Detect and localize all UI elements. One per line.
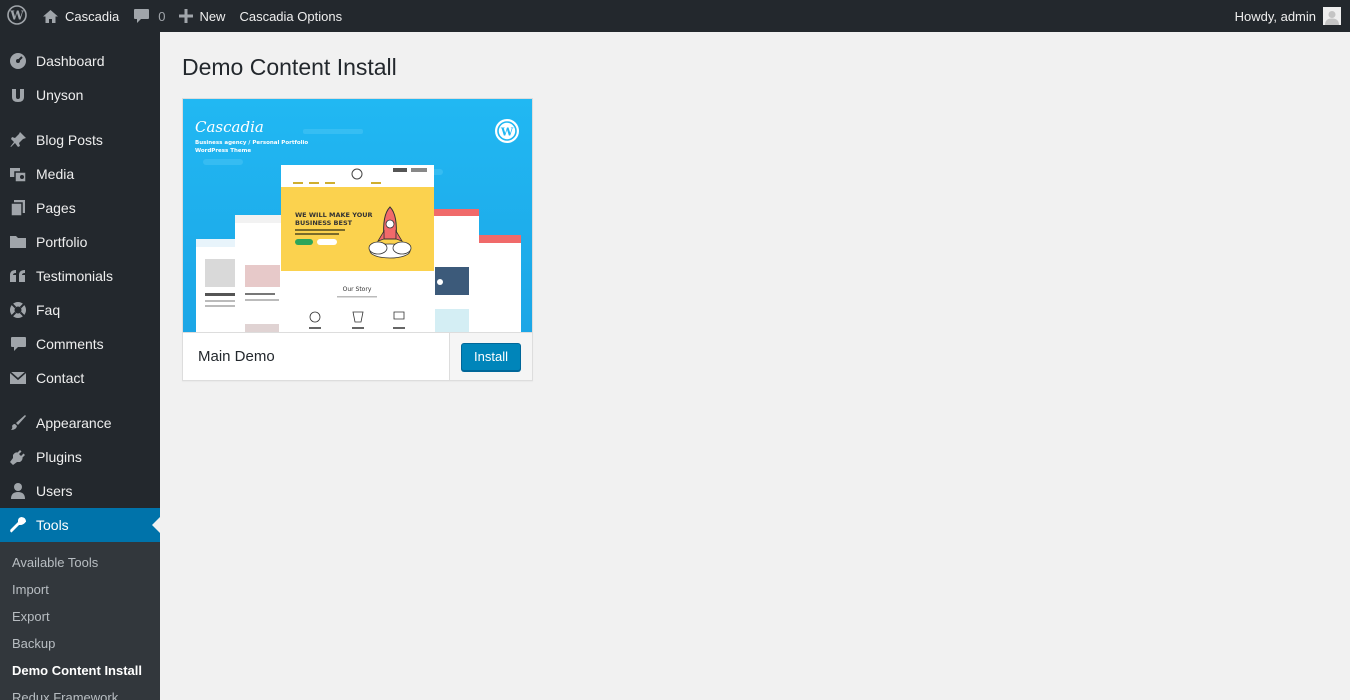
svg-text:W: W: [500, 126, 514, 139]
main-content: Demo Content Install Cascadia Business a…: [160, 32, 1350, 700]
menu-item-plugins[interactable]: Plugins: [0, 440, 160, 474]
pin-icon: [0, 131, 36, 149]
comment-icon: [0, 336, 36, 352]
wrench-icon: [0, 516, 36, 534]
preview-hero-line-2: BUSINESS BEST: [295, 219, 353, 227]
menu-item-contact[interactable]: Contact: [0, 361, 160, 395]
demo-name: Main Demo: [183, 333, 450, 380]
svg-text:W: W: [9, 8, 24, 22]
plug-icon: [0, 448, 36, 466]
preview-tagline-2: WordPress Theme: [195, 148, 251, 154]
unyson-icon: [0, 87, 36, 103]
user-icon: [0, 482, 36, 500]
wordpress-logo-icon: W: [7, 4, 27, 28]
demo-footer: Main Demo Install: [183, 332, 532, 380]
menu-label: Unyson: [36, 87, 84, 103]
demo-actions: Install: [450, 333, 532, 380]
preview-brand: Cascadia: [195, 118, 264, 136]
install-button[interactable]: Install: [461, 342, 521, 371]
comments-count: 0: [158, 8, 166, 24]
avatar: [1323, 7, 1341, 25]
submenu-item-export[interactable]: Export: [0, 603, 160, 630]
menu-label: Contact: [36, 370, 85, 386]
menu-label: Appearance: [36, 415, 112, 431]
menu-item-pages[interactable]: Pages: [0, 191, 160, 225]
media-icon: [0, 165, 36, 183]
theme-options-link[interactable]: Cascadia Options: [232, 0, 349, 32]
menu-item-users[interactable]: Users: [0, 474, 160, 508]
menu-item-unyson[interactable]: Unyson: [0, 78, 160, 112]
preview-tagline-1: Business agency / Personal Portfolio: [195, 140, 308, 146]
menu-label: Blog Posts: [36, 132, 103, 148]
menu-label: Users: [36, 483, 73, 499]
menu-item-portfolio[interactable]: Portfolio: [0, 225, 160, 259]
dashboard-icon: [0, 52, 36, 70]
preview-wordpress-icon: W: [495, 119, 519, 143]
theme-options-label: Cascadia Options: [239, 8, 343, 24]
menu-item-appearance[interactable]: Appearance: [0, 406, 160, 440]
new-content-link[interactable]: New: [172, 0, 232, 32]
preview-hero-line-1: WE WILL MAKE YOUR: [295, 211, 373, 219]
home-icon: [42, 9, 59, 24]
menu-label: Testimonials: [36, 268, 114, 284]
new-label: New: [199, 8, 226, 24]
comments-link[interactable]: 0: [126, 0, 172, 32]
brush-icon: [0, 414, 36, 432]
submenu-item-redux-framework[interactable]: Redux Framework: [0, 684, 160, 700]
menu-label: Media: [36, 166, 75, 182]
admin-bar: W Cascadia 0 New Cascadia Options Howdy,…: [0, 0, 1350, 32]
envelope-icon: [0, 371, 36, 385]
pages-icon: [0, 199, 36, 217]
comment-bubble-icon: [133, 8, 150, 24]
menu-label: Tools: [36, 517, 69, 533]
menu-label: Dashboard: [36, 53, 105, 69]
menu-item-testimonials[interactable]: Testimonials: [0, 259, 160, 293]
menu-item-media[interactable]: Media: [0, 157, 160, 191]
admin-sidebar: Dashboard Unyson Blog Posts Media Pages: [0, 32, 160, 700]
menu-item-comments[interactable]: Comments: [0, 327, 160, 361]
submenu-item-demo-content-install[interactable]: Demo Content Install: [0, 657, 160, 684]
demo-card: Cascadia Business agency / Personal Port…: [182, 98, 533, 381]
greeting: Howdy, admin: [1234, 8, 1316, 24]
preview-section-title: Our Story: [343, 286, 372, 293]
folder-icon: [0, 234, 36, 250]
menu-item-tools[interactable]: Tools: [0, 508, 160, 542]
tools-submenu: Available Tools Import Export Backup Dem…: [0, 542, 160, 700]
admin-menu: Dashboard Unyson Blog Posts Media Pages: [0, 32, 160, 542]
demo-preview-image: Cascadia Business agency / Personal Port…: [183, 99, 532, 332]
site-name-link[interactable]: Cascadia: [35, 0, 126, 32]
menu-label: Comments: [36, 336, 104, 352]
menu-label: Portfolio: [36, 234, 88, 250]
account-menu[interactable]: Howdy, admin: [1235, 0, 1350, 32]
site-name: Cascadia: [65, 8, 120, 24]
menu-label: Plugins: [36, 449, 82, 465]
menu-item-blog-posts[interactable]: Blog Posts: [0, 123, 160, 157]
submenu-item-backup[interactable]: Backup: [0, 630, 160, 657]
menu-item-dashboard[interactable]: Dashboard: [0, 44, 160, 78]
submenu-item-available-tools[interactable]: Available Tools: [0, 549, 160, 576]
lifebuoy-icon: [0, 301, 36, 319]
page-title: Demo Content Install: [182, 54, 397, 80]
submenu-item-import[interactable]: Import: [0, 576, 160, 603]
menu-label: Faq: [36, 302, 61, 318]
menu-item-faq[interactable]: Faq: [0, 293, 160, 327]
plus-icon: [179, 9, 194, 23]
quote-icon: [0, 269, 36, 283]
wordpress-logo-button[interactable]: W: [0, 0, 35, 32]
menu-label: Pages: [36, 200, 76, 216]
demo-screenshot: Cascadia Business agency / Personal Port…: [183, 99, 532, 332]
